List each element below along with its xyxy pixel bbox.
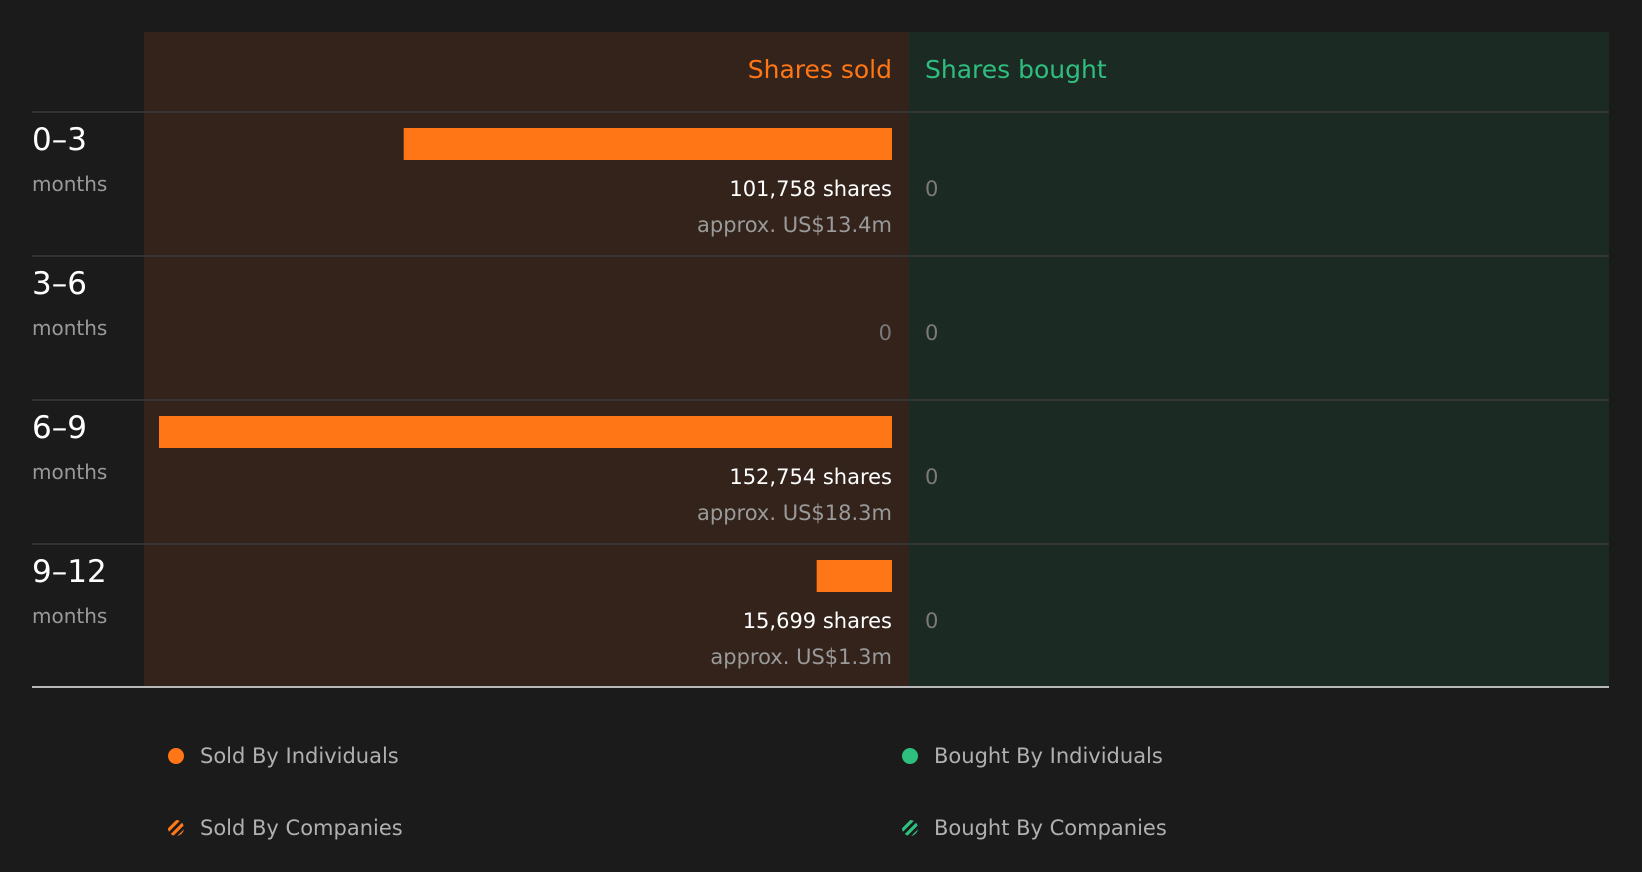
- sold-bar: [403, 128, 892, 160]
- legend-bought-companies[interactable]: Bought By Companies: [902, 813, 1167, 843]
- sold-bar: [159, 416, 892, 448]
- bought-zero-label: 0: [925, 321, 938, 345]
- hatched-dot-icon: [168, 820, 184, 836]
- bought-zero-label: 0: [925, 465, 938, 489]
- legend: Sold By Individuals Bought By Individual…: [0, 700, 1642, 872]
- legend-bought-individuals[interactable]: Bought By Individuals: [902, 741, 1163, 771]
- legend-label: Sold By Individuals: [200, 744, 399, 768]
- hatched-dot-icon: [902, 820, 918, 836]
- legend-label: Bought By Individuals: [934, 744, 1163, 768]
- bought-panel: [909, 32, 1609, 687]
- sold-shares-label: 152,754 shares: [729, 465, 892, 489]
- bought-column-header: Shares bought: [925, 55, 1107, 84]
- sold-value-label: approx. US$1.3m: [710, 645, 892, 669]
- legend-label: Sold By Companies: [200, 816, 403, 840]
- category-range-label: 0–3: [32, 122, 87, 158]
- sold-column-header: Shares sold: [748, 55, 892, 84]
- category-unit-label: months: [32, 604, 107, 628]
- legend-sold-individuals[interactable]: Sold By Individuals: [168, 741, 399, 771]
- category-unit-label: months: [32, 460, 107, 484]
- category-range-label: 6–9: [32, 410, 87, 446]
- sold-shares-label: 101,758 shares: [729, 177, 892, 201]
- sold-bar: [816, 560, 892, 592]
- category-range-label: 9–12: [32, 554, 107, 590]
- sold-zero-label: 0: [879, 321, 892, 345]
- bought-zero-label: 0: [925, 177, 938, 201]
- legend-sold-companies[interactable]: Sold By Companies: [168, 813, 403, 843]
- category-unit-label: months: [32, 172, 107, 196]
- category-unit-label: months: [32, 316, 107, 340]
- solid-dot-icon: [902, 748, 918, 764]
- sold-value-label: approx. US$13.4m: [697, 213, 892, 237]
- bought-zero-label: 0: [925, 609, 938, 633]
- category-range-label: 3–6: [32, 266, 87, 302]
- legend-label: Bought By Companies: [934, 816, 1167, 840]
- sold-shares-label: 15,699 shares: [743, 609, 892, 633]
- sold-value-label: approx. US$18.3m: [697, 501, 892, 525]
- solid-dot-icon: [168, 748, 184, 764]
